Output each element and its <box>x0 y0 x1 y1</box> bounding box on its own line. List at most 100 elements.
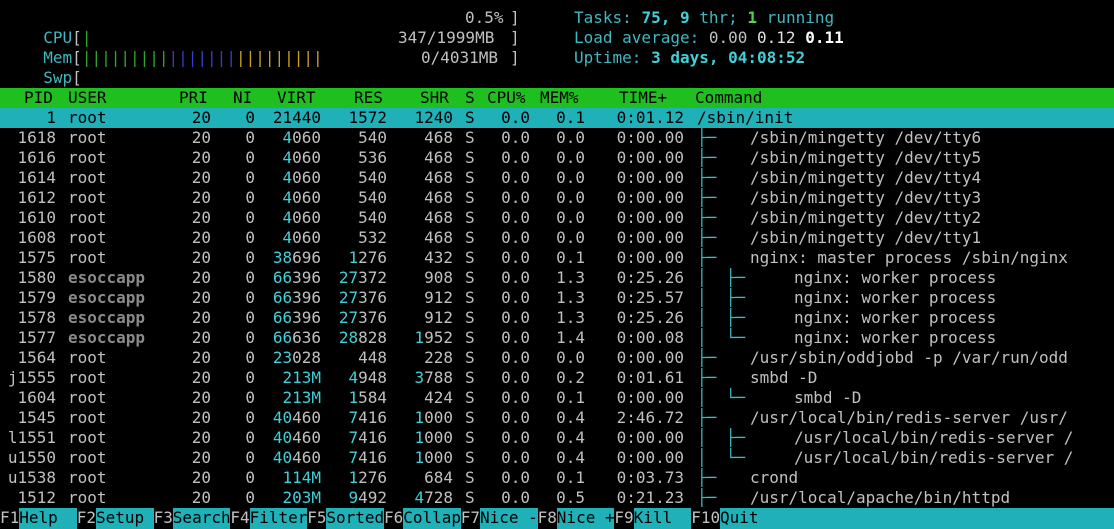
fkey-label-f10[interactable]: Quit <box>720 508 1114 529</box>
process-row[interactable]: 1579 esoccapp 20 0 66396 27376 912 S 0.0 1.3 0:25.… <box>0 288 1114 308</box>
process-row[interactable]: 1618 root 20 0 4060 540 468 S 0.0 0.0 0:00.00 ├─ /sb… <box>0 128 1114 148</box>
fkey-label-f3[interactable]: Search <box>172 508 231 529</box>
cell-cpu: 0.0 <box>501 108 530 127</box>
tree-branch: │ ├─ <box>697 308 746 327</box>
col-pri[interactable]: PRI <box>179 88 208 108</box>
process-row[interactable]: 1577 esoccapp 20 0 66636 28828 1952 S 0.0 1.4 0:00… <box>0 328 1114 348</box>
cell-ni: 0 <box>245 188 255 207</box>
cell-res: 536 <box>358 148 387 167</box>
cell-command: /sbin/init <box>697 108 794 127</box>
fkey-label-f6[interactable]: Collap <box>403 508 461 529</box>
cell-shr: 912 <box>424 308 453 327</box>
cell-mem: 0.1 <box>556 108 585 127</box>
process-row[interactable]: 1614 root 20 0 4060 540 468 S 0.0 0.0 0:00.00 ├─ /sb… <box>0 168 1114 188</box>
cell-time: 0:00.00 <box>616 128 684 147</box>
fkey-f3[interactable]: F3 <box>153 508 173 529</box>
process-row[interactable]: 1 root 20 0 21440 1572 1240 S 0.0 0.1 0:01.12/sbin… <box>0 108 1114 128</box>
cell-cpu: 0.0 <box>501 288 530 307</box>
cell-ni: 0 <box>245 268 255 287</box>
process-row[interactable]: u1550 root 20 0 40460 7416 1000 S 0.0 0.4 0:00.00 │… <box>0 448 1114 468</box>
cell-cpu: 0.0 <box>501 488 530 507</box>
cell-cpu: 0.0 <box>501 348 530 367</box>
col-time[interactable]: TIME+ <box>619 88 667 108</box>
cell-virt: 66396 <box>272 308 321 327</box>
col-res[interactable]: RES <box>354 88 383 108</box>
cell-pri: 20 <box>191 368 211 387</box>
cell-shr: 1000 <box>414 428 453 447</box>
cell-time: 0:25.26 <box>616 268 684 287</box>
fkey-label-f7[interactable]: Nice - <box>480 508 538 529</box>
cell-cpu: 0.0 <box>501 408 530 427</box>
col-command[interactable]: Command <box>695 88 762 108</box>
col-cpu[interactable]: CPU% <box>487 88 526 108</box>
cell-s: S <box>465 488 475 507</box>
process-row[interactable]: 1564 root 20 0 23028 448 228 S 0.0 0.0 0:00.00 ├─ /u… <box>0 348 1114 368</box>
col-state[interactable]: S <box>465 88 475 108</box>
cell-pid: 1579 <box>17 288 56 307</box>
cell-s: S <box>465 308 475 327</box>
col-ni[interactable]: NI <box>233 88 252 108</box>
cell-ni: 0 <box>245 168 255 187</box>
process-row[interactable]: u1538 root 20 0 114M 1276 684 S 0.0 0.1 0:03.73 ├─ c… <box>0 468 1114 488</box>
process-row[interactable]: 1580 esoccapp 20 0 66396 27372 908 S 0.0 1.3 0:25.… <box>0 268 1114 288</box>
cell-virt: 4060 <box>282 168 321 187</box>
process-row[interactable]: 1545 root 20 0 40460 7416 1000 S 0.0 0.4 2:46.72 ├─… <box>0 408 1114 428</box>
process-row[interactable]: 1575 root 20 0 38696 1276 432 S 0.0 0.1 0:00.00 ├─ n… <box>0 248 1114 268</box>
fkey-f9[interactable]: F9 <box>614 508 634 529</box>
cell-user: root <box>68 448 107 467</box>
fkey-f8[interactable]: F8 <box>537 508 557 529</box>
fkey-label-f8[interactable]: Nice + <box>556 508 615 529</box>
cell-ni: 0 <box>245 488 255 507</box>
tree-branch: │ ├─ <box>697 288 746 307</box>
process-row[interactable]: 1512 root 20 0 203M 9492 4728 S 0.0 0.5 0:21.23 ├─ /… <box>0 488 1114 508</box>
process-row[interactable]: 1610 root 20 0 4060 540 468 S 0.0 0.0 0:00.00 ├─ /sb… <box>0 208 1114 228</box>
cell-command: nginx: worker process <box>794 288 997 307</box>
cell-s: S <box>465 248 475 267</box>
process-row[interactable]: 1612 root 20 0 4060 540 468 S 0.0 0.0 0:00.00 ├─ /sb… <box>0 188 1114 208</box>
cell-cpu: 0.0 <box>501 468 530 487</box>
cell-pid: j1555 <box>7 368 56 387</box>
col-mem[interactable]: MEM% <box>540 88 579 108</box>
fkey-label-f4[interactable]: Filter <box>249 508 308 529</box>
fkey-f6[interactable]: F6 <box>384 508 404 529</box>
cell-pid: u1550 <box>7 448 56 467</box>
fkey-f5[interactable]: F5 <box>307 508 327 529</box>
fkey-f4[interactable]: F4 <box>230 508 250 529</box>
col-virt[interactable]: VIRT <box>277 88 316 108</box>
process-row[interactable]: 1604 root 20 0 213M 1584 424 S 0.0 0.1 0:00.00 │ └─… <box>0 388 1114 408</box>
cell-res: 540 <box>358 128 387 147</box>
cell-res: 1584 <box>348 388 387 407</box>
fkey-f2[interactable]: F2 <box>76 508 97 529</box>
cell-time: 0:00.00 <box>616 148 684 167</box>
fkey-f7[interactable]: F7 <box>460 508 481 529</box>
fkey-label-f9[interactable]: Kill <box>633 508 692 529</box>
process-row[interactable]: 1616 root 20 0 4060 536 468 S 0.0 0.0 0:00.00 ├─ /sb… <box>0 148 1114 168</box>
process-row[interactable]: 1608 root 20 0 4060 532 468 S 0.0 0.0 0:00.00 ├─ /sb… <box>0 228 1114 248</box>
cell-cpu: 0.0 <box>501 148 530 167</box>
cell-shr: 4728 <box>414 488 453 507</box>
process-row[interactable]: 1578 esoccapp 20 0 66396 27376 912 S 0.0 1.3 0:25.… <box>0 308 1114 328</box>
cell-s: S <box>465 448 475 467</box>
cell-res: 27376 <box>338 308 387 327</box>
fkey-label-f2[interactable]: Setup <box>96 508 154 529</box>
cell-res: 7416 <box>348 448 387 467</box>
cell-command: /usr/local/apache/bin/httpd <box>750 488 1011 507</box>
cell-time: 0:00.00 <box>616 388 684 407</box>
cell-cpu: 0.0 <box>501 128 530 147</box>
process-row[interactable]: j1555 root 20 0 213M 4948 3788 S 0.0 0.2 0:01.61 ├─… <box>0 368 1114 388</box>
cell-ni: 0 <box>245 288 255 307</box>
cell-res: 1572 <box>348 108 387 127</box>
fkey-f10[interactable]: F10 <box>691 508 721 529</box>
cell-time: 0:00.00 <box>616 228 684 247</box>
cell-s: S <box>465 428 475 447</box>
fkey-label-f5[interactable]: Sorted <box>326 508 385 529</box>
process-row[interactable]: l1551 root 20 0 40460 7416 1000 S 0.0 0.4 0:00.00 │… <box>0 428 1114 448</box>
col-user[interactable]: USER <box>68 88 107 108</box>
cell-pid: u1538 <box>7 468 56 487</box>
col-pid[interactable]: PID <box>24 88 53 108</box>
col-shr[interactable]: SHR <box>420 88 449 108</box>
tree-branch: ├─ <box>697 128 717 147</box>
fkey-f1[interactable]: F1 <box>0 508 20 529</box>
tree-branch: │ └─ <box>697 448 746 467</box>
fkey-label-f1[interactable]: Help <box>19 508 77 529</box>
